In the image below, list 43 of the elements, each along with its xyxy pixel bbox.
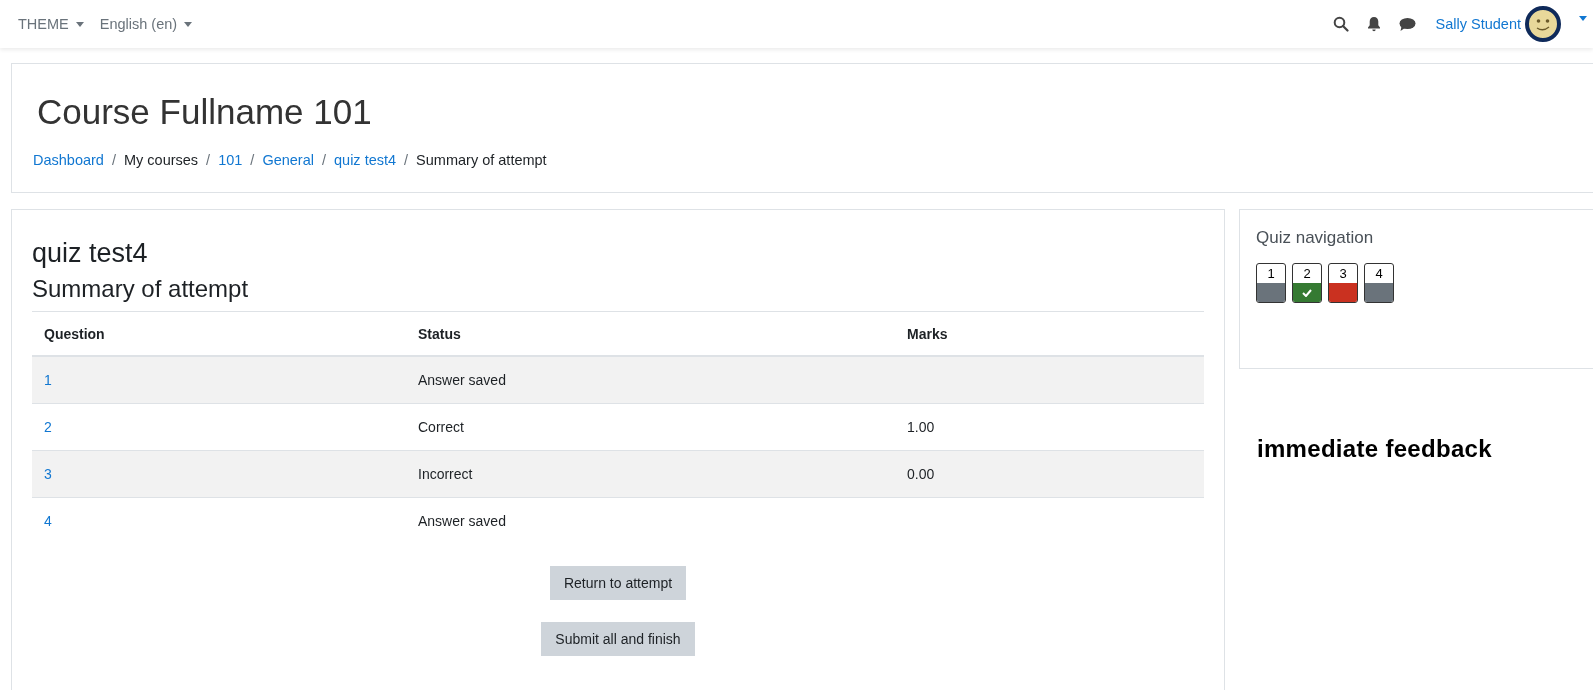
search-icon[interactable]	[1332, 16, 1349, 32]
status-cell: Answer saved	[418, 513, 506, 529]
caret-icon[interactable]	[1579, 16, 1587, 21]
bell-icon[interactable]	[1366, 16, 1381, 32]
course-title: Course Fullname 101	[37, 92, 373, 132]
question-link[interactable]: 1	[44, 372, 52, 388]
action-button[interactable]: Submit all and finish	[541, 622, 695, 656]
question-link[interactable]: 3	[44, 466, 52, 482]
caret-icon	[184, 21, 193, 27]
breadcrumb-separator: /	[321, 152, 326, 168]
check-icon	[1302, 288, 1312, 297]
question-nav-button[interactable]: 3	[1328, 263, 1358, 303]
caret-icon	[75, 21, 84, 27]
breadcrumb-separator: /	[250, 152, 255, 168]
dropdown-menu[interactable]: THEME	[18, 16, 84, 32]
question-nav-button[interactable]: 1	[1256, 263, 1286, 303]
summary-heading: Summary of attempt	[32, 275, 250, 303]
status-cell: Answer saved	[418, 372, 506, 388]
question-nav-button[interactable]: 2	[1292, 263, 1322, 303]
breadcrumb-separator: /	[404, 152, 409, 168]
breadcrumb-separator: /	[206, 152, 211, 168]
status-cell: Incorrect	[418, 466, 473, 482]
status-cell: Correct	[418, 419, 464, 435]
question-nav-button[interactable]: 4	[1364, 263, 1394, 303]
feedback-note: immediate feedback	[1257, 435, 1493, 463]
breadcrumb-item: Summary of attempt	[416, 152, 547, 168]
breadcrumb-separator: /	[111, 152, 116, 168]
breadcrumb-link[interactable]: Dashboard	[33, 152, 104, 168]
question-link[interactable]: 2	[44, 419, 52, 435]
chat-bubble-icon[interactable]	[1398, 16, 1416, 32]
action-button[interactable]: Return to attempt	[549, 566, 687, 600]
question-link[interactable]: 4	[44, 513, 52, 529]
quiz-title: quiz test4	[32, 238, 149, 269]
marks-cell: 1.00	[907, 419, 935, 435]
breadcrumb-link[interactable]: quiz test4	[334, 152, 397, 168]
dropdown-menu[interactable]: English (en)	[99, 16, 193, 32]
quiz-navigation-title: Quiz navigation	[1256, 228, 1375, 248]
avatar-icon[interactable]	[1525, 6, 1561, 42]
marks-cell: 0.00	[907, 466, 935, 482]
breadcrumb-link[interactable]: General	[262, 152, 314, 168]
breadcrumb-link[interactable]: 101	[218, 152, 243, 168]
breadcrumb-item: My courses	[123, 152, 199, 168]
user-name-link[interactable]: Sally Student	[1435, 16, 1521, 32]
